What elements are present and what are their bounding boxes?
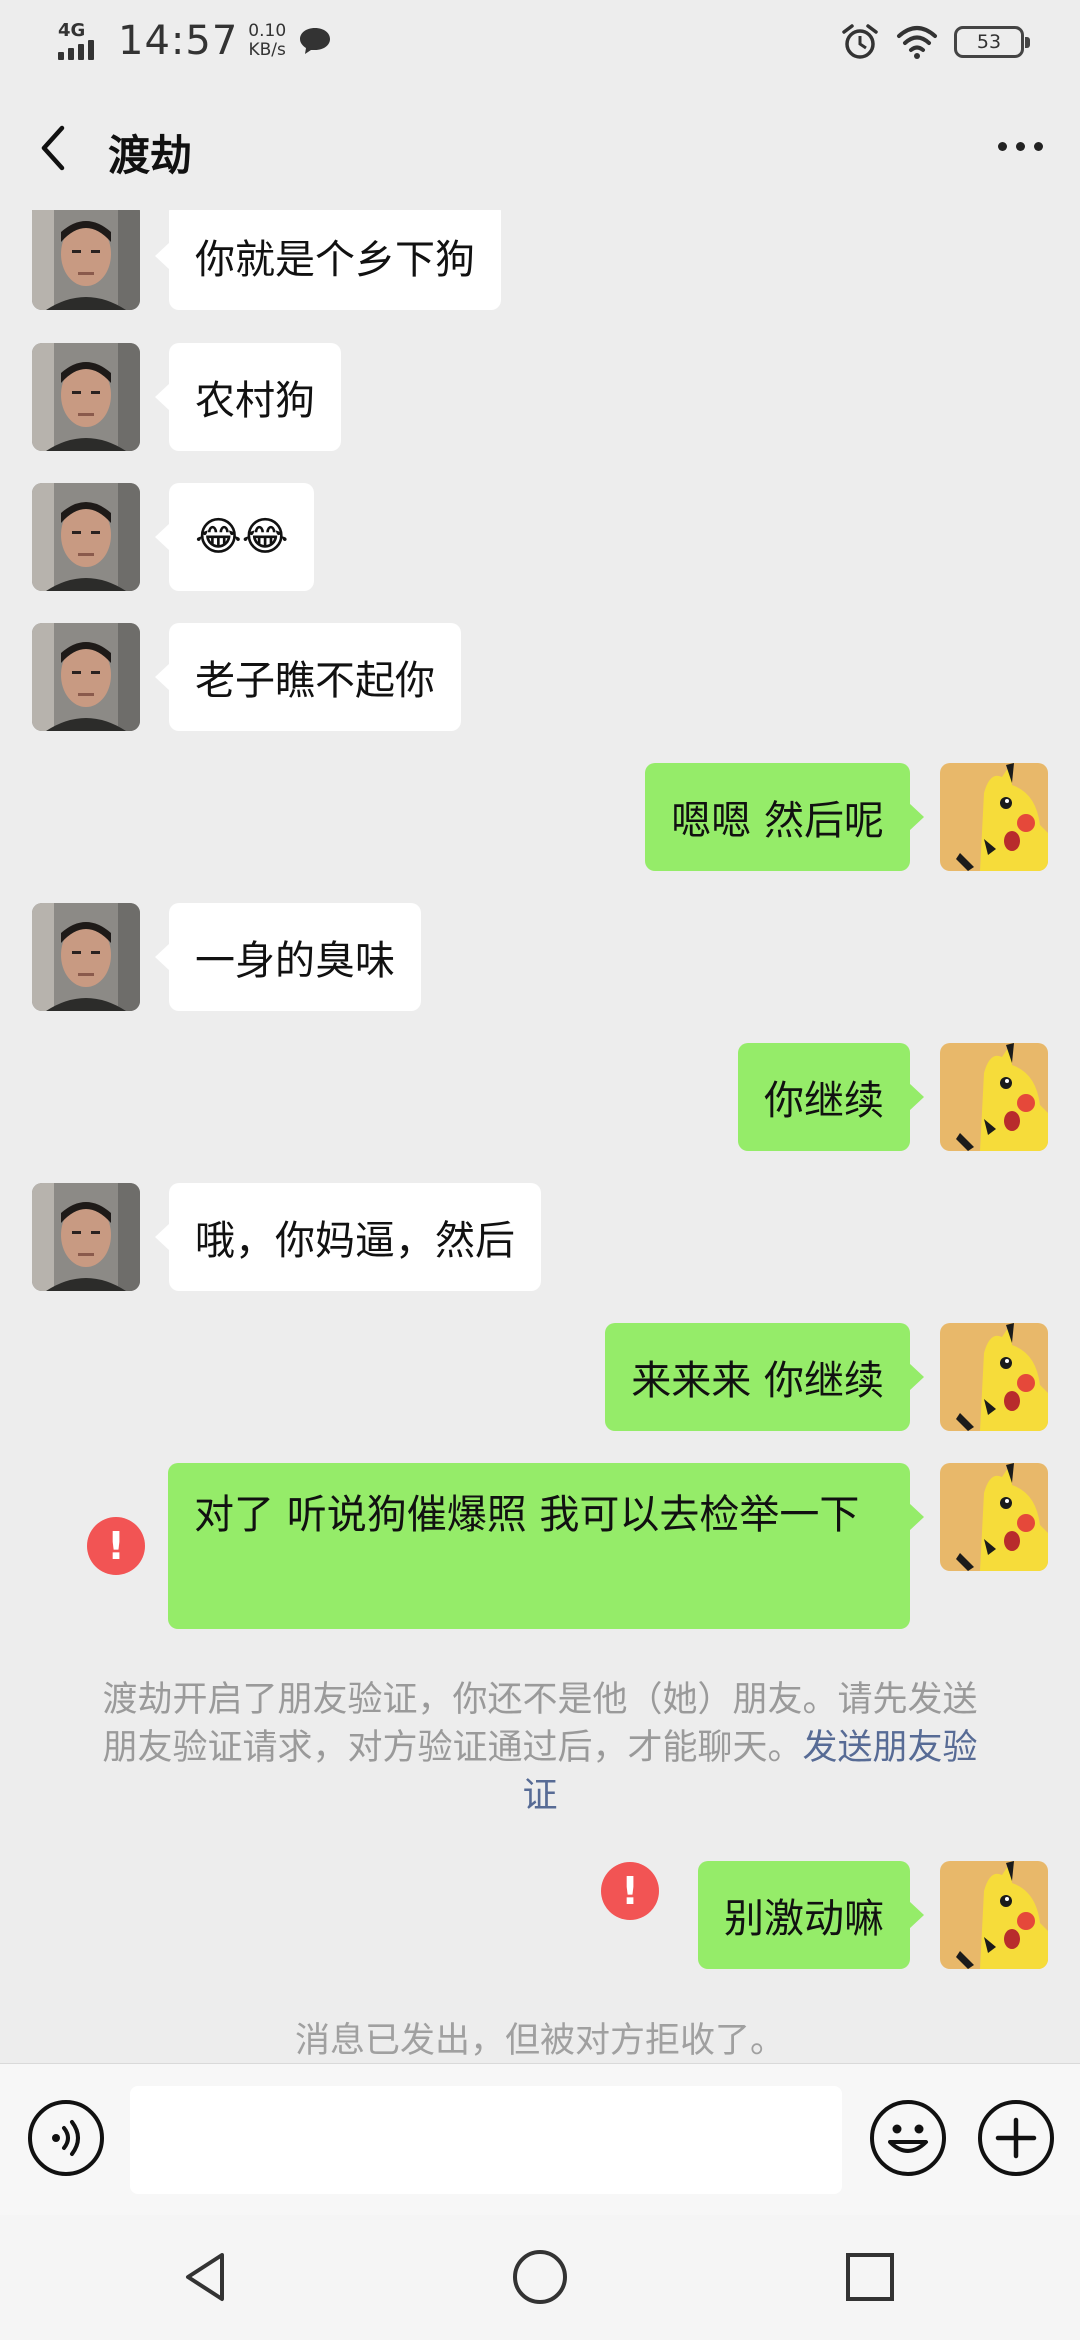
clock: 14:57	[118, 18, 239, 64]
alarm-icon	[842, 24, 878, 59]
chevron-left-icon	[41, 125, 65, 171]
outgoing-message[interactable]: 对了 听说狗催爆照 我可以去检举一下	[168, 1463, 924, 1629]
contact-avatar[interactable]	[32, 483, 140, 591]
speed-value: 0.10	[248, 21, 287, 41]
incoming-message[interactable]: 一身的臭味	[155, 903, 421, 1011]
my-avatar[interactable]	[940, 763, 1048, 871]
contact-avatar[interactable]	[32, 903, 140, 1011]
emoji-button[interactable]	[870, 2100, 946, 2176]
nav-home-button[interactable]	[508, 2245, 572, 2309]
contact-avatar[interactable]	[32, 343, 140, 451]
network-speed: 0.10 KB/s	[248, 22, 286, 60]
outgoing-message[interactable]: 嗯嗯 然后呢	[645, 763, 924, 871]
incoming-message[interactable]: 农村狗	[155, 343, 341, 451]
message-list[interactable]: 你就是个乡下狗 农村狗 😂😂 老子瞧不起你 嗯嗯 然后呢 一身的臭味 你继续 哦…	[0, 210, 1080, 2063]
speed-unit: KB/s	[248, 40, 286, 60]
battery-level: 53	[976, 31, 1002, 53]
outgoing-message[interactable]: 别激动嘛	[698, 1861, 924, 1969]
friend-verification-notice: 渡劫开启了朋友验证，你还不是他（她）朋友。请先发送朋友验证请求，对方验证通过后，…	[90, 1676, 990, 1820]
incoming-message[interactable]: 😂😂	[154, 483, 315, 591]
my-avatar[interactable]	[940, 1463, 1048, 1571]
contact-avatar[interactable]	[32, 623, 140, 731]
message-notification-icon	[300, 28, 331, 54]
more-functions-button[interactable]	[978, 2100, 1054, 2176]
contact-avatar[interactable]	[32, 1183, 140, 1291]
voice-icon	[52, 2120, 80, 2156]
nav-recent-button[interactable]	[838, 2245, 902, 2309]
battery-indicator: 53	[954, 26, 1030, 58]
chat-title: 渡劫	[108, 131, 193, 180]
circle-home-icon	[513, 2250, 567, 2304]
more-options-button[interactable]	[990, 126, 1050, 166]
signal-icon: 4G	[58, 20, 106, 62]
my-avatar[interactable]	[940, 1323, 1048, 1431]
incoming-message[interactable]: 你就是个乡下狗	[155, 210, 501, 310]
square-recent-icon	[846, 2253, 894, 2301]
input-bar	[0, 2063, 1080, 2215]
my-avatar[interactable]	[940, 1861, 1048, 1969]
triangle-back-icon	[186, 2253, 224, 2301]
send-failed-icon[interactable]: !	[87, 1517, 145, 1575]
system-navigation-bar	[0, 2215, 1080, 2340]
outgoing-message[interactable]: 你继续	[738, 1043, 924, 1151]
more-dots-icon	[997, 141, 1007, 151]
nav-back-button[interactable]	[174, 2245, 238, 2309]
incoming-message[interactable]: 哦，你妈逼，然后	[155, 1183, 541, 1291]
message-rejected-tip: 消息已发出，但被对方拒收了。	[294, 2021, 785, 2061]
contact-avatar[interactable]	[32, 210, 140, 310]
back-button[interactable]	[32, 120, 76, 176]
emoji-icon	[888, 2124, 928, 2153]
incoming-message[interactable]: 老子瞧不起你	[155, 623, 461, 731]
status-bar: 4G 14:57 0.10 KB/s 53	[0, 0, 1080, 84]
voice-input-button[interactable]	[28, 2100, 104, 2176]
plus-icon	[995, 2117, 1037, 2159]
chat-header: 渡劫	[0, 84, 1080, 210]
send-failed-icon[interactable]: !	[601, 1862, 659, 1920]
outgoing-message[interactable]: 来来来 你继续	[605, 1323, 924, 1431]
wifi-icon	[897, 26, 937, 59]
message-input[interactable]	[130, 2086, 842, 2194]
network-type: 4G	[58, 20, 86, 41]
my-avatar[interactable]	[940, 1043, 1048, 1151]
